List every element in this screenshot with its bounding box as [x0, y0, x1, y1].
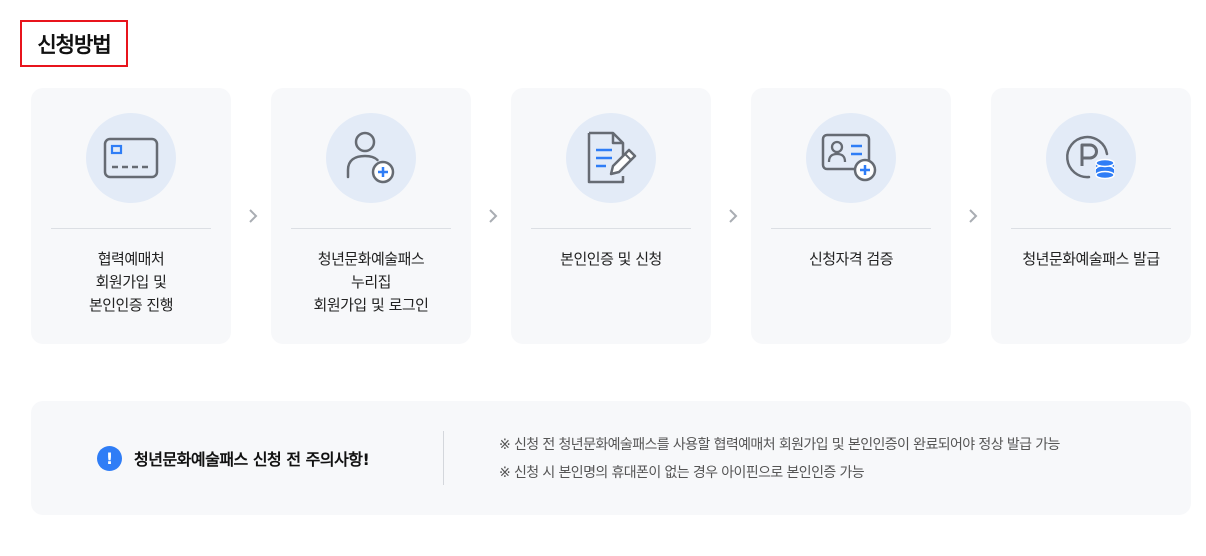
step-icon-background: [86, 113, 176, 203]
chevron-right-icon: [729, 209, 738, 223]
step-card-4: 신청자격 검증: [751, 88, 951, 344]
step-icon-background: [566, 113, 656, 203]
notice-item: ※ 신청 전 청년문화예술패스를 사용할 협력예매처 회원가입 및 본인인증이 …: [499, 437, 1060, 453]
points-coin-icon: [1065, 135, 1115, 180]
step-label: 본인인증 및 신청: [560, 250, 662, 268]
step-divider: [771, 228, 931, 229]
step-label: 청년문화예술패스 발급: [1022, 250, 1160, 268]
id-card-add-icon: [821, 133, 877, 182]
notice-title: 청년문화예술패스 신청 전 주의사항!: [134, 450, 370, 469]
step-label: 청년문화예술패스 누리집 회원가입 및 로그인: [313, 250, 429, 314]
step-divider: [531, 228, 691, 229]
notice-list: ※ 신청 전 청년문화예술패스를 사용할 협력예매처 회원가입 및 본인인증이 …: [499, 431, 1060, 487]
document-edit-icon: [587, 131, 637, 184]
step-divider: [1011, 228, 1171, 229]
notice-header: ! 청년문화예술패스 신청 전 주의사항!: [97, 445, 370, 471]
step-card-5: 청년문화예술패스 발급: [991, 88, 1191, 344]
step-icon-background: [1046, 113, 1136, 203]
application-steps: 협력예매처 회원가입 및 본인인증 진행 청년문화예술패스 누리집 회원가입 및…: [31, 88, 1191, 344]
step-label: 신청자격 검증: [808, 250, 894, 268]
notice-divider: [443, 431, 444, 485]
step-divider: [291, 228, 451, 229]
chevron-right-icon: [969, 209, 978, 223]
step-card-2: 청년문화예술패스 누리집 회원가입 및 로그인: [271, 88, 471, 344]
step-icon-background: [806, 113, 896, 203]
section-title: 신청방법: [20, 20, 128, 67]
step-icon-background: [326, 113, 416, 203]
notice-box: ! 청년문화예술패스 신청 전 주의사항! ※ 신청 전 청년문화예술패스를 사…: [31, 401, 1191, 515]
notice-item: ※ 신청 시 본인명의 휴대폰이 없는 경우 아이핀으로 본인인증 가능: [499, 465, 865, 481]
exclamation-icon: !: [97, 445, 122, 471]
user-add-icon: [346, 131, 395, 184]
step-divider: [51, 228, 211, 229]
chevron-right-icon: [249, 209, 258, 223]
step-card-1: 협력예매처 회원가입 및 본인인증 진행: [31, 88, 231, 344]
credit-card-icon: [103, 137, 159, 179]
chevron-right-icon: [489, 209, 498, 223]
step-card-3: 본인인증 및 신청: [511, 88, 711, 344]
step-label: 협력예매처 회원가입 및 본인인증 진행: [88, 250, 174, 314]
